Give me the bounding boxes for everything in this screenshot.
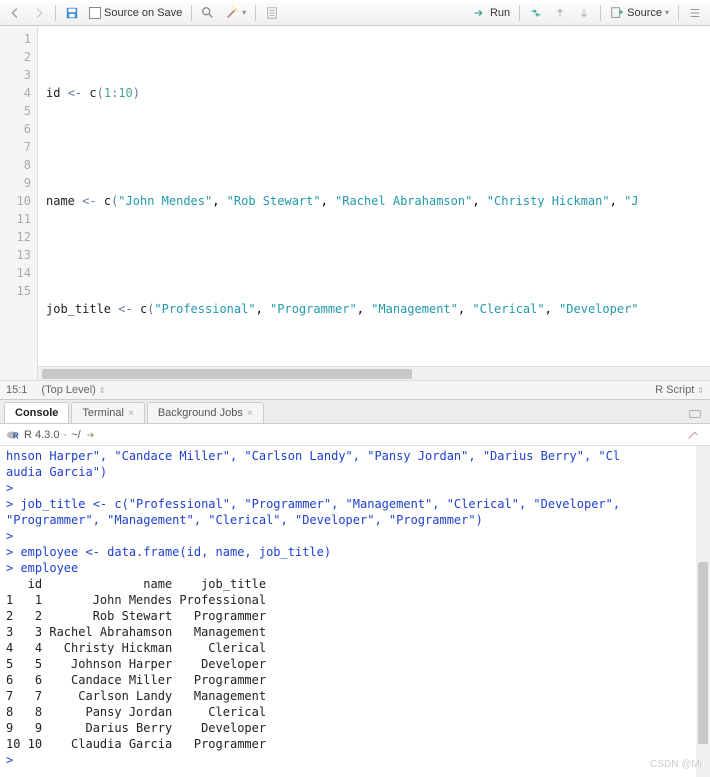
editor-toolbar: Source on Save ▾ Run Source ▾ <box>0 0 710 26</box>
source-label: Source <box>627 7 662 19</box>
back-button[interactable] <box>4 4 26 22</box>
svg-text:R: R <box>13 431 19 440</box>
code-content[interactable]: id <- c(1:10) name <- c("John Mendes", "… <box>38 26 710 380</box>
source-button[interactable]: Source ▾ <box>606 4 673 22</box>
source-on-save-label: Source on Save <box>104 7 182 19</box>
watermark: CSDN @Mi <box>650 757 702 773</box>
file-type-selector[interactable]: R Script⇕ <box>655 384 704 396</box>
rerun-button[interactable] <box>525 4 547 22</box>
source-on-save-toggle[interactable]: Source on Save <box>85 5 186 21</box>
scope-selector[interactable]: (Top Level)⇕ <box>41 384 105 396</box>
checkbox-icon <box>89 7 101 19</box>
tab-console[interactable]: Console <box>4 402 69 423</box>
editor-hscrollbar[interactable] <box>38 366 710 380</box>
run-arrow-icon <box>473 6 487 20</box>
run-label: Run <box>490 7 510 19</box>
working-dir: ~/ <box>71 429 80 441</box>
console-vscrollbar[interactable] <box>696 446 710 777</box>
console-header: R R 4.3.0 · ~/ <box>0 424 710 446</box>
outline-button[interactable] <box>684 4 706 22</box>
run-button[interactable]: Run <box>469 4 514 22</box>
r-logo-icon: R <box>6 428 20 442</box>
goto-dir-icon[interactable] <box>85 429 97 441</box>
tab-terminal[interactable]: Terminal× <box>71 402 144 423</box>
close-icon[interactable]: × <box>247 408 253 419</box>
find-button[interactable] <box>197 4 219 22</box>
up-button[interactable] <box>549 4 571 22</box>
forward-button[interactable] <box>28 4 50 22</box>
console-output[interactable]: hnson Harper", "Candace Miller", "Carlso… <box>0 446 710 777</box>
bottom-tabs: Console Terminal× Background Jobs× <box>0 400 710 424</box>
editor-statusbar: 15:1 (Top Level)⇕ R Script⇕ <box>0 380 710 400</box>
tab-background-jobs[interactable]: Background Jobs× <box>147 402 264 423</box>
wand-button[interactable]: ▾ <box>221 4 250 22</box>
source-icon <box>610 6 624 20</box>
code-editor[interactable]: 1 2 3 4 5 6 7 8 9 10 11 12 13 14 15 id <… <box>0 26 710 380</box>
cursor-position: 15:1 <box>6 384 27 396</box>
down-button[interactable] <box>573 4 595 22</box>
close-icon[interactable]: × <box>128 408 134 419</box>
clear-console-button[interactable] <box>682 426 704 444</box>
r-version: R 4.3.0 <box>24 429 59 441</box>
pane-collapse-button[interactable] <box>684 405 706 423</box>
line-gutter: 1 2 3 4 5 6 7 8 9 10 11 12 13 14 15 <box>0 26 38 380</box>
save-button[interactable] <box>61 4 83 22</box>
notebook-button[interactable] <box>261 4 283 22</box>
